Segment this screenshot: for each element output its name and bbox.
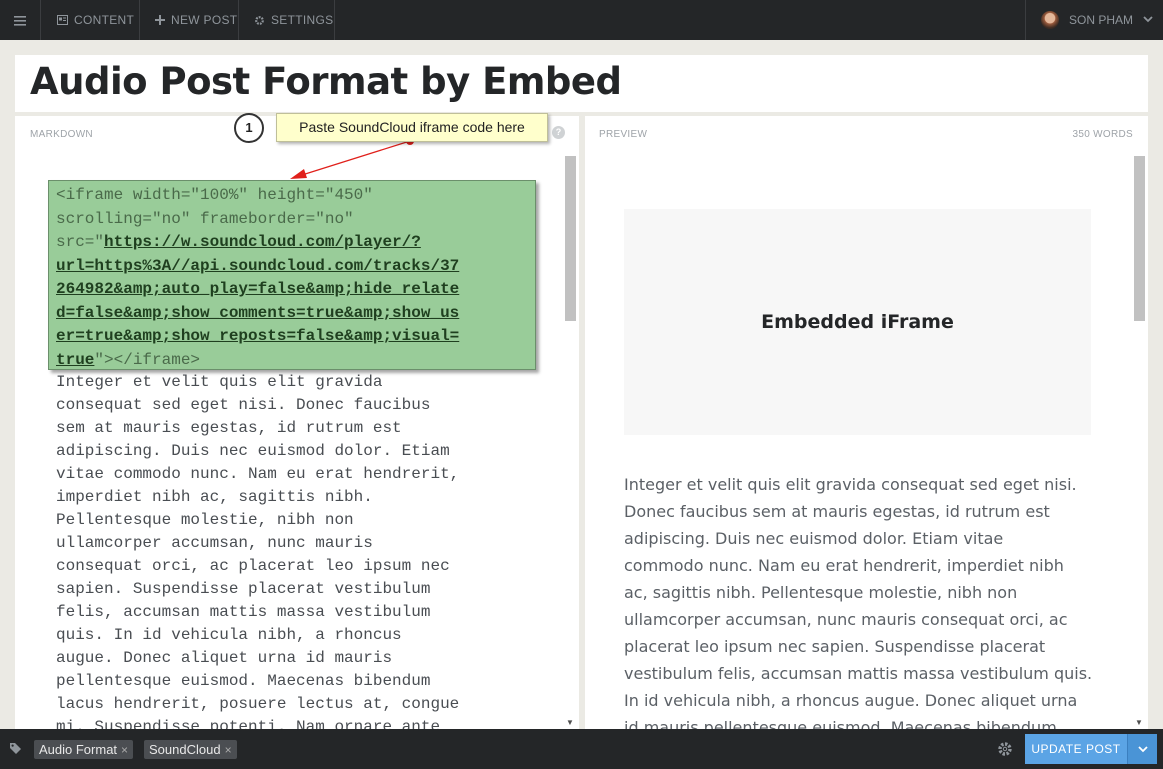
close-icon[interactable]: × <box>225 743 232 757</box>
post-title: Audio Post Format by Embed <box>30 60 622 103</box>
soundcloud-url-link[interactable]: true <box>56 351 94 369</box>
tag-audio-format[interactable]: Audio Format × <box>34 740 134 759</box>
tag-label: Audio Format <box>39 742 118 757</box>
code-line: src=" <box>56 233 105 251</box>
iframe-code-highlight: <iframe width="100%" height="450" scroll… <box>48 180 536 370</box>
soundcloud-url-link[interactable]: 264982&amp;auto_play=false&amp;hide_rela… <box>56 280 459 298</box>
annotation-step-number: 1 <box>234 113 264 143</box>
code-line: scrolling="no" frameborder="no" <box>56 209 354 228</box>
soundcloud-url-link[interactable]: https://w.soundcloud.com/player/? <box>104 233 421 251</box>
tag-label: SoundCloud <box>149 742 221 757</box>
menu-toggle-button[interactable] <box>0 0 41 40</box>
nav-settings-label: SETTINGS <box>271 13 334 27</box>
publish-options-button[interactable] <box>1127 734 1157 764</box>
chevron-down-icon <box>1143 16 1153 23</box>
user-name: SON PHAM <box>1069 13 1134 27</box>
nav-content-link[interactable]: CONTENT <box>41 0 140 40</box>
preview-body-text: Integer et velit quis elit gravida conse… <box>624 475 1093 729</box>
plus-icon <box>155 15 165 25</box>
soundcloud-url-link[interactable]: d=false&amp;show_comments=true&amp;show_… <box>56 304 459 322</box>
annotation-callout: Paste SoundCloud iframe code here <box>276 113 548 142</box>
markdown-body-text[interactable]: Integer et velit quis elit gravida conse… <box>56 371 536 729</box>
post-settings-gear-icon[interactable] <box>997 741 1013 757</box>
preview-scrollbar-thumb[interactable] <box>1134 156 1145 321</box>
code-line: <iframe width="100%" height="450" <box>56 186 373 204</box>
tag-icon <box>10 743 21 754</box>
markdown-label: MARKDOWN <box>30 129 93 140</box>
preview-panel: PREVIEW 350 WORDS Embedded iFrame Intege… <box>585 116 1148 729</box>
user-menu[interactable]: SON PHAM <box>1025 0 1163 40</box>
nav-settings-link[interactable]: SETTINGS <box>239 0 335 40</box>
scroll-down-arrow-icon[interactable]: ▼ <box>1135 718 1143 727</box>
help-icon[interactable]: ? <box>552 126 565 139</box>
tag-soundcloud[interactable]: SoundCloud × <box>144 740 237 759</box>
top-nav-bar: CONTENT NEW POST SETTINGS SON PHAM <box>0 0 1163 40</box>
editor-scrollbar[interactable]: ▼ <box>563 153 578 729</box>
preview-scrollbar[interactable]: ▼ <box>1132 153 1147 729</box>
chevron-down-icon <box>1137 746 1148 753</box>
embedded-iframe-placeholder: Embedded iFrame <box>624 209 1091 435</box>
settings-gear-icon <box>254 15 265 26</box>
update-post-button[interactable]: UPDATE POST <box>1025 734 1127 764</box>
soundcloud-url-link[interactable]: er=true&amp;show_reposts=false&amp;visua… <box>56 327 459 345</box>
preview-label: PREVIEW <box>599 129 648 140</box>
menu-icon <box>14 15 26 26</box>
bottom-bar: Audio Format × SoundCloud × UPDATE POST <box>0 729 1163 769</box>
scroll-down-arrow-icon[interactable]: ▼ <box>566 718 574 727</box>
editor-scrollbar-thumb[interactable] <box>565 156 576 321</box>
nav-new-post-label: NEW POST <box>171 13 238 27</box>
embedded-iframe-label: Embedded iFrame <box>761 311 954 333</box>
content-icon <box>57 15 68 25</box>
post-title-field[interactable]: Audio Post Format by Embed <box>15 55 1148 112</box>
avatar <box>1041 11 1059 29</box>
code-line: "></iframe> <box>94 350 201 369</box>
close-icon[interactable]: × <box>121 743 128 757</box>
soundcloud-url-link[interactable]: url=https%3A//api.soundcloud.com/tracks/… <box>56 257 459 275</box>
nav-new-post-link[interactable]: NEW POST <box>140 0 239 40</box>
word-count: 350 WORDS <box>1072 129 1133 140</box>
nav-content-label: CONTENT <box>74 13 135 27</box>
